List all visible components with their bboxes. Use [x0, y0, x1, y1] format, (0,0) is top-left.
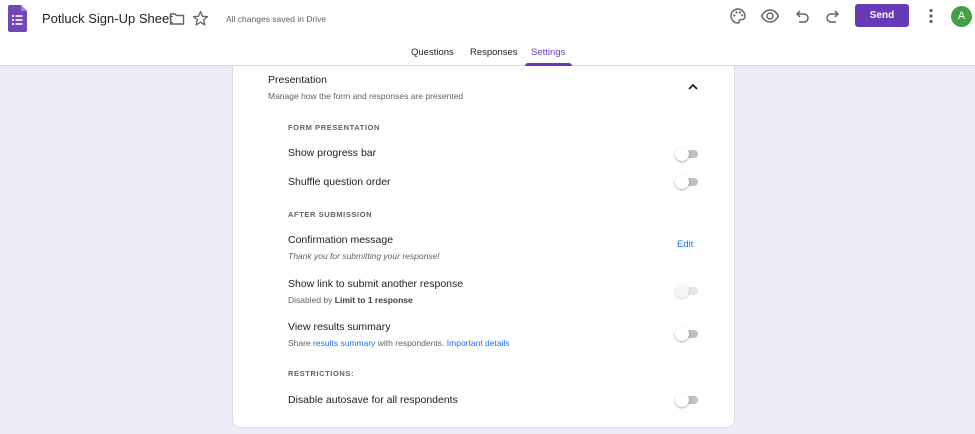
- presentation-settings-card: Presentation Manage how the form and res…: [232, 66, 735, 428]
- tab-settings[interactable]: Settings: [531, 47, 565, 58]
- undo-icon[interactable]: [792, 6, 812, 26]
- send-button[interactable]: Send: [855, 4, 909, 27]
- edit-confirmation-link[interactable]: Edit: [677, 239, 693, 250]
- disable-autosave-toggle[interactable]: [675, 393, 699, 407]
- folder-icon[interactable]: [169, 11, 185, 27]
- share-text: Share: [288, 338, 311, 348]
- submit-another-response-toggle: [675, 284, 699, 298]
- document-title[interactable]: Potluck Sign-Up Sheet: [42, 11, 173, 26]
- view-results-summary-label: View results summary: [288, 321, 391, 333]
- disable-autosave-label: Disable autosave for all respondents: [288, 394, 458, 406]
- disabled-by-text: Disabled by: [288, 295, 333, 305]
- chevron-up-icon[interactable]: [687, 82, 699, 92]
- important-details-link[interactable]: Important details: [447, 338, 510, 348]
- view-results-summary-toggle[interactable]: [675, 327, 699, 341]
- avatar[interactable]: A: [951, 6, 972, 27]
- confirmation-message-label: Confirmation message: [288, 234, 394, 246]
- tab-questions[interactable]: Questions: [411, 47, 454, 58]
- top-bar: Potluck Sign-Up Sheet All changes saved …: [0, 0, 975, 66]
- section-title: Presentation: [268, 74, 327, 86]
- with-respondents-text: with respondents.: [377, 338, 445, 348]
- tab-bar: Questions Responses Settings: [0, 46, 975, 66]
- results-summary-link[interactable]: results summary: [313, 338, 375, 348]
- section-subtitle: Manage how the form and responses are pr…: [268, 91, 464, 101]
- show-progress-bar-label: Show progress bar: [288, 147, 377, 159]
- save-status: All changes saved in Drive: [226, 14, 327, 24]
- star-icon[interactable]: [192, 10, 209, 27]
- redo-icon[interactable]: [823, 6, 843, 26]
- form-presentation-heading: FORM PRESENTATION: [288, 123, 381, 132]
- tab-responses[interactable]: Responses: [470, 47, 518, 58]
- view-results-summary-note: Share results summary with respondents. …: [288, 338, 510, 348]
- confirmation-message-text: Thank you for submitting your response!: [288, 251, 440, 261]
- after-submission-heading: AFTER SUBMISSION: [288, 210, 373, 219]
- shuffle-question-order-toggle[interactable]: [675, 175, 699, 189]
- submit-another-response-note: Disabled by Limit to 1 response: [288, 295, 413, 305]
- palette-icon[interactable]: [728, 6, 748, 26]
- show-progress-bar-toggle[interactable]: [675, 147, 699, 161]
- preview-eye-icon[interactable]: [760, 6, 780, 26]
- limit-reason-text: Limit to 1 response: [334, 295, 413, 305]
- submit-another-response-label: Show link to submit another response: [288, 278, 464, 290]
- shuffle-question-order-label: Shuffle question order: [288, 176, 391, 188]
- more-vert-icon[interactable]: [925, 7, 937, 25]
- restrictions-heading: RESTRICTIONS:: [288, 369, 355, 378]
- forms-app-icon[interactable]: [8, 5, 27, 32]
